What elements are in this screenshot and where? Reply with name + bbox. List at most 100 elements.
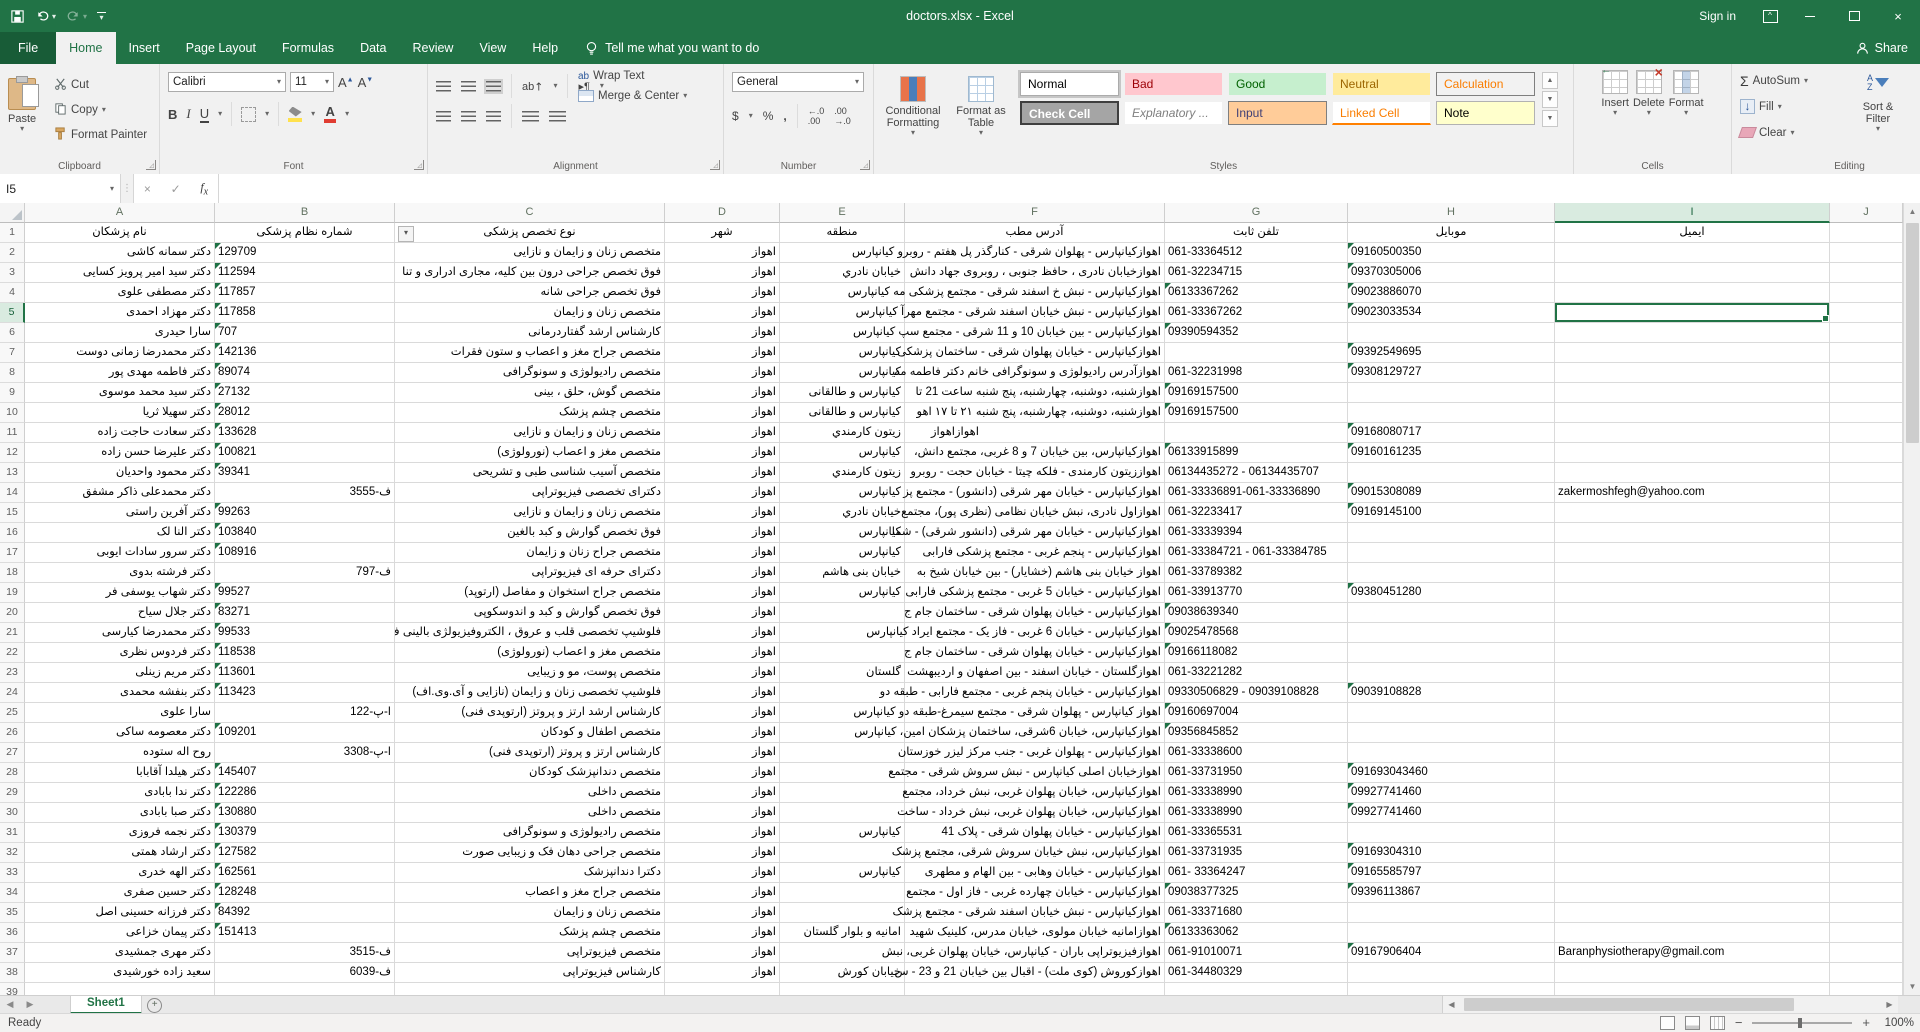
row-header-38[interactable]: 38 — [0, 963, 25, 983]
cell-H39[interactable] — [1348, 983, 1555, 995]
cell-E23[interactable]: گلستان — [780, 663, 905, 683]
conditional-formatting-button[interactable]: Conditional Formatting▾ — [880, 70, 946, 137]
cell-B14[interactable]: ف-3555 — [215, 483, 395, 503]
cell-F17[interactable]: اهوازکیانپارس - پنجم غربی - مجتمع پزشکی … — [905, 543, 1165, 563]
cell-B36[interactable]: 151413 — [215, 923, 395, 943]
cell-J12[interactable] — [1830, 443, 1903, 463]
cell-A29[interactable]: دکتر ندا بابادی — [25, 783, 215, 803]
fill-color-button[interactable] — [288, 107, 302, 122]
borders-button[interactable] — [241, 107, 256, 122]
cell-C1[interactable]: نوع تخصص پزشکی▾ — [395, 223, 665, 243]
cell-C23[interactable]: متخصص پوست، مو و زیبایی — [395, 663, 665, 683]
cell-G26[interactable]: 09356845852 — [1165, 723, 1348, 743]
cell-J14[interactable] — [1830, 483, 1903, 503]
page-layout-view-icon[interactable] — [1685, 1016, 1700, 1030]
cell-I35[interactable] — [1555, 903, 1830, 923]
cell-A4[interactable]: دکتر مصطفی علوی — [25, 283, 215, 303]
font-name-select[interactable]: Calibri▾ — [168, 72, 286, 92]
row-header-13[interactable]: 13 — [0, 463, 25, 483]
cell-I28[interactable] — [1555, 763, 1830, 783]
cell-H36[interactable] — [1348, 923, 1555, 943]
cell-C6[interactable]: کارشناس ارشد گفتاردرمانی — [395, 323, 665, 343]
cell-G14[interactable]: 061-33336891-061-33336890 — [1165, 483, 1348, 503]
cell-E32[interactable] — [780, 843, 905, 863]
row-header-26[interactable]: 26 — [0, 723, 25, 743]
cell-C5[interactable]: متخصص زنان و زایمان — [395, 303, 665, 323]
cell-C8[interactable]: متخصص رادیولوژی و سونوگرافی — [395, 363, 665, 383]
cell-C33[interactable]: دکترا دندانپزشک — [395, 863, 665, 883]
cell-H27[interactable] — [1348, 743, 1555, 763]
tab-formulas[interactable]: Formulas — [269, 32, 347, 64]
cell-I11[interactable] — [1555, 423, 1830, 443]
cell-F24[interactable]: اهوازکیانپارس - خیابان پنجم غربی - مجتمع… — [905, 683, 1165, 703]
scroll-left-icon[interactable]: ◀ — [1443, 1000, 1460, 1009]
row-header-11[interactable]: 11 — [0, 423, 25, 443]
cell-D12[interactable]: اهواز — [665, 443, 780, 463]
cell-A14[interactable]: دکتر محمدعلی ذاکر مشفق — [25, 483, 215, 503]
row-header-10[interactable]: 10 — [0, 403, 25, 423]
row-header-33[interactable]: 33 — [0, 863, 25, 883]
cell-F8[interactable]: اهوازآدرس رادیولوژی و سونوگرافی خانم دکت… — [905, 363, 1165, 383]
gallery-scroll-down-icon[interactable]: ▼ — [1542, 91, 1558, 108]
column-header-G[interactable]: G — [1165, 203, 1348, 223]
cell-J24[interactable] — [1830, 683, 1903, 703]
row-header-39[interactable]: 39 — [0, 983, 25, 995]
cell-H35[interactable] — [1348, 903, 1555, 923]
cell-D30[interactable]: اهواز — [665, 803, 780, 823]
cell-A11[interactable]: دکتر سعادت حاجت زاده — [25, 423, 215, 443]
cell-G11[interactable] — [1165, 423, 1348, 443]
row-header-4[interactable]: 4 — [0, 283, 25, 303]
cell-C20[interactable]: فوق تخصص گوارش و کبد و اندوسکوپی — [395, 603, 665, 623]
cell-E1[interactable]: منطقه — [780, 223, 905, 243]
cell-H15[interactable]: 09169145100 — [1348, 503, 1555, 523]
column-header-H[interactable]: H — [1348, 203, 1555, 223]
cell-E34[interactable] — [780, 883, 905, 903]
selected-cell-I5[interactable] — [1555, 303, 1830, 323]
cell-A5[interactable]: دکتر مهزاد احمدی — [25, 303, 215, 323]
cell-E20[interactable] — [780, 603, 905, 623]
cell-A23[interactable]: دکتر مریم زینلی — [25, 663, 215, 683]
cell-G34[interactable]: 09038377325 — [1165, 883, 1348, 903]
cell-E33[interactable]: کیانپارس — [780, 863, 905, 883]
cell-I32[interactable] — [1555, 843, 1830, 863]
filter-dropdown-icon[interactable]: ▾ — [398, 226, 414, 242]
scroll-up-icon[interactable]: ▲ — [1904, 203, 1920, 220]
cell-G3[interactable]: 061-32234715 — [1165, 263, 1348, 283]
cell-H16[interactable] — [1348, 523, 1555, 543]
cell-B15[interactable]: 99263 — [215, 503, 395, 523]
cell-F10[interactable]: اهوازشنبه، دوشنبه، چهارشنبه، پنج شنبه ۲۱… — [905, 403, 1165, 423]
cell-A28[interactable]: دکتر هیلدا آقابابا — [25, 763, 215, 783]
tab-data[interactable]: Data — [347, 32, 399, 64]
row-header-12[interactable]: 12 — [0, 443, 25, 463]
style-neutral[interactable]: Neutral — [1332, 72, 1431, 96]
cell-J9[interactable] — [1830, 383, 1903, 403]
cell-B23[interactable]: 113601 — [215, 663, 395, 683]
row-header-14[interactable]: 14 — [0, 483, 25, 503]
row-header-30[interactable]: 30 — [0, 803, 25, 823]
cut-button[interactable]: Cut — [54, 74, 147, 95]
cell-H32[interactable]: 09169304310 — [1348, 843, 1555, 863]
cell-F27[interactable]: اهوازکیانپارس - پهلوان غربی - جنب مرکز ل… — [905, 743, 1165, 763]
tab-review[interactable]: Review — [399, 32, 466, 64]
cell-C38[interactable]: کارشناس فیزیوتراپی — [395, 963, 665, 983]
cell-J7[interactable] — [1830, 343, 1903, 363]
column-header-I[interactable]: I — [1555, 203, 1830, 223]
cell-E38[interactable]: خیابان کورش — [780, 963, 905, 983]
cell-G22[interactable]: 09166118082 — [1165, 643, 1348, 663]
cell-C16[interactable]: فوق تخصص گوارش و کبد بالغین — [395, 523, 665, 543]
cell-H14[interactable]: 09015308089 — [1348, 483, 1555, 503]
number-format-select[interactable]: General▾ — [732, 72, 864, 92]
cell-A30[interactable]: دکتر صبا بابادی — [25, 803, 215, 823]
cell-B3[interactable]: 112594 — [215, 263, 395, 283]
cell-A7[interactable]: دکتر محمدرضا زمانی دوست — [25, 343, 215, 363]
formula-input[interactable] — [219, 174, 1920, 203]
cell-A18[interactable]: دکتر فرشته بدوی — [25, 563, 215, 583]
cell-D15[interactable]: اهواز — [665, 503, 780, 523]
cell-G29[interactable]: 061-33338990 — [1165, 783, 1348, 803]
cell-B12[interactable]: 100821 — [215, 443, 395, 463]
align-bottom-icon[interactable] — [486, 81, 501, 92]
cell-I12[interactable] — [1555, 443, 1830, 463]
paste-button[interactable]: Paste▾ — [8, 72, 36, 133]
zoom-level[interactable]: 100% — [1880, 1017, 1914, 1029]
cell-I16[interactable] — [1555, 523, 1830, 543]
